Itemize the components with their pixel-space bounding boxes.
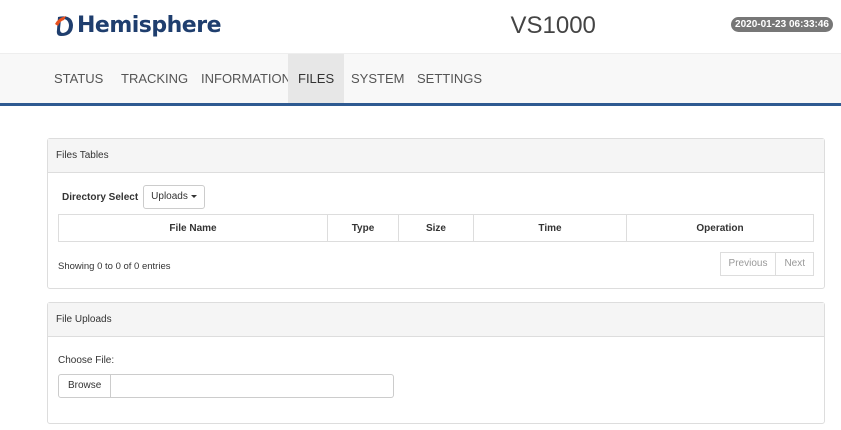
files-tables-panel: Files Tables Directory Select Uploads Fi…	[47, 138, 825, 289]
file-uploads-panel: File Uploads Choose File: Browse	[47, 302, 825, 424]
main-navbar: STATUS TRACKING INFORMATION FILES SYSTEM…	[0, 53, 841, 106]
directory-dropdown[interactable]: Uploads	[143, 185, 205, 209]
caret-down-icon	[190, 194, 197, 198]
column-time[interactable]: Time	[473, 214, 627, 242]
pagination: Previous Next	[719, 252, 814, 276]
file-uploads-heading: File Uploads	[48, 303, 824, 337]
tab-tracking[interactable]: TRACKING	[111, 54, 198, 103]
choose-file-label: Choose File:	[58, 355, 115, 366]
files-table: File Name Type Size Time Operation	[58, 214, 814, 242]
tab-files[interactable]: FILES	[288, 54, 345, 103]
directory-select-label: Directory Select	[62, 191, 139, 203]
directory-select-row: Directory Select Uploads	[62, 185, 205, 209]
files-table-header: File Name Type Size Time Operation	[58, 214, 814, 242]
tab-status[interactable]: STATUS	[44, 54, 113, 103]
directory-dropdown-value: Uploads	[151, 191, 188, 202]
datetime-badge: 2020-01-23 06:33:46	[731, 17, 833, 32]
tab-system[interactable]: SYSTEM	[341, 54, 414, 103]
tab-settings[interactable]: SETTINGS	[407, 54, 492, 103]
previous-button[interactable]: Previous	[719, 252, 777, 276]
tab-information[interactable]: INFORMATION	[191, 54, 301, 103]
files-tables-heading: Files Tables	[48, 139, 824, 173]
next-button[interactable]: Next	[776, 252, 814, 276]
page-title: VS1000	[510, 12, 596, 39]
column-size[interactable]: Size	[398, 214, 474, 242]
column-type[interactable]: Type	[327, 214, 399, 242]
table-info: Showing 0 to 0 of 0 entries	[58, 261, 171, 272]
file-chooser: Browse	[58, 374, 395, 398]
column-operation[interactable]: Operation	[626, 214, 814, 242]
browse-button[interactable]: Browse	[58, 374, 112, 398]
app-header: Hemisphere VS1000 2020-01-23 06:33:46	[0, 0, 841, 52]
column-file-name[interactable]: File Name	[58, 214, 328, 242]
file-path-input[interactable]	[111, 374, 395, 398]
